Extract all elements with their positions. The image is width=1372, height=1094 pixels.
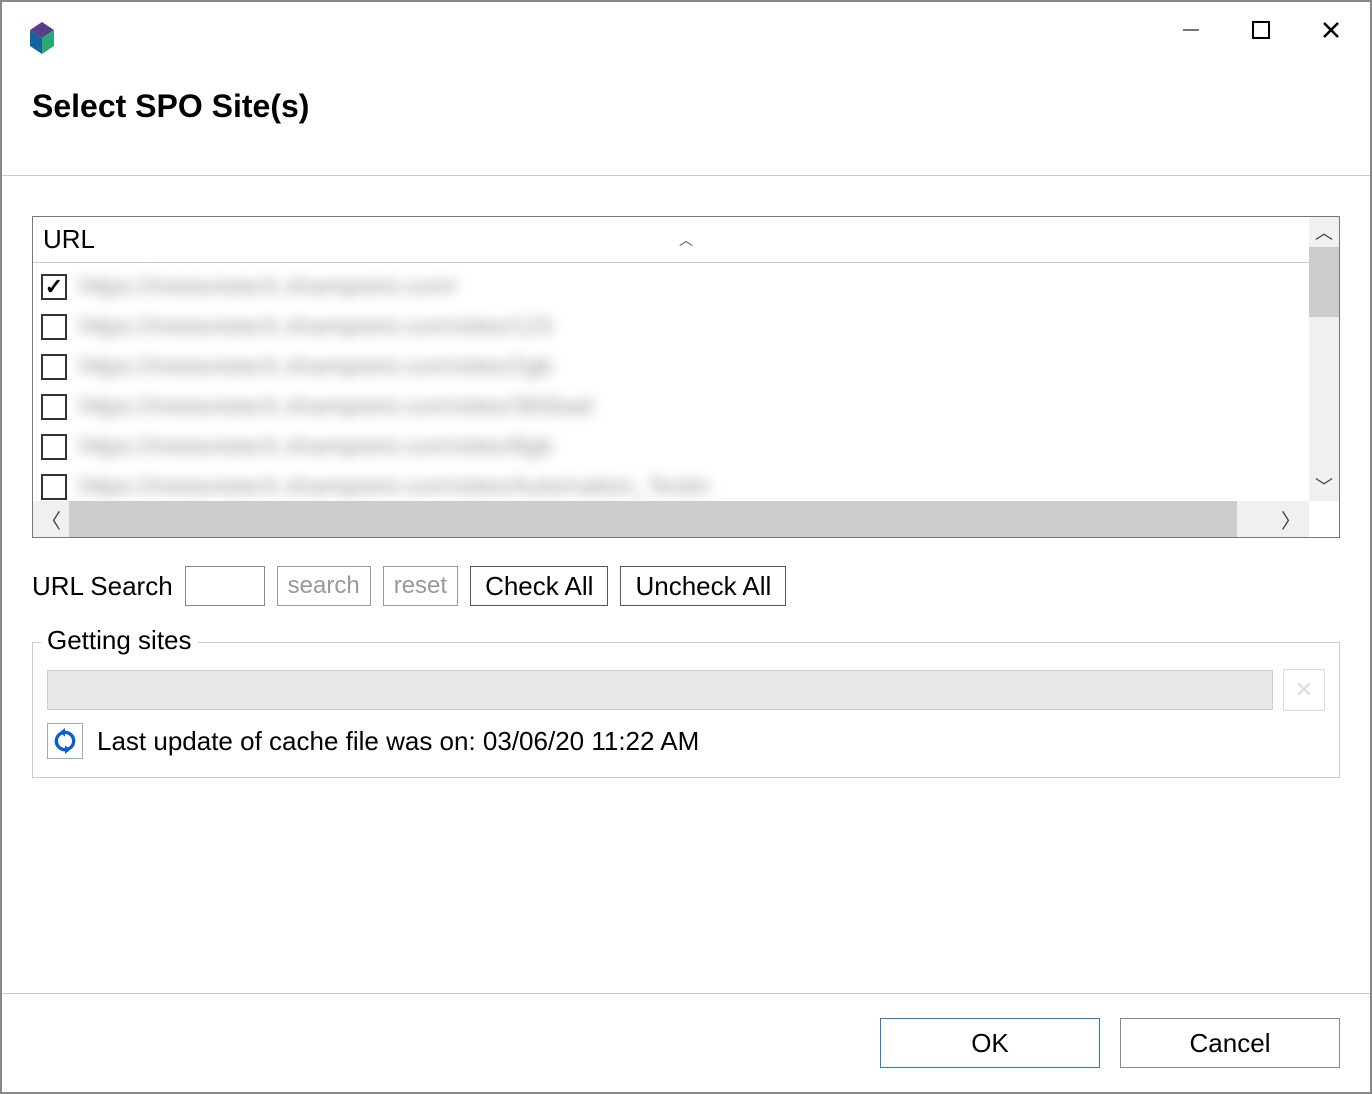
close-icon: ✕ xyxy=(1295,677,1313,703)
scroll-down-icon[interactable]: ﹀ xyxy=(1309,471,1339,501)
dialog-content: URL ︿ https://metavistech.sharepoint.com… xyxy=(2,176,1370,993)
maximize-button[interactable] xyxy=(1226,10,1296,50)
row-checkbox[interactable] xyxy=(41,394,67,420)
cancel-progress-button[interactable]: ✕ xyxy=(1283,669,1325,711)
row-checkbox[interactable] xyxy=(41,474,67,500)
minimize-button[interactable] xyxy=(1156,10,1226,50)
dialog-window: Select SPO Site(s) URL ︿ https://metavis… xyxy=(0,0,1372,1094)
column-header-url[interactable]: URL ︿ xyxy=(33,217,1339,263)
uncheck-all-button[interactable]: Uncheck All xyxy=(620,566,786,606)
titlebar xyxy=(2,2,1370,58)
refresh-cache-button[interactable] xyxy=(47,723,83,759)
search-button[interactable]: search xyxy=(277,566,371,606)
dialog-footer: OK Cancel xyxy=(2,993,1370,1092)
cancel-button[interactable]: Cancel xyxy=(1120,1018,1340,1068)
getting-sites-group: Getting sites ✕ Last update of cache fil… xyxy=(32,642,1340,778)
sort-indicator-icon: ︿ xyxy=(679,230,693,250)
progress-row: ✕ xyxy=(47,669,1325,711)
table-row[interactable]: https://metavistech.sharepoint.com/ xyxy=(39,267,1339,307)
row-checkbox[interactable] xyxy=(41,274,67,300)
table-row[interactable]: https://metavistech.sharepoint.com/sites… xyxy=(39,307,1339,347)
table-row[interactable]: https://metavistech.sharepoint.com/sites… xyxy=(39,427,1339,467)
app-icon xyxy=(22,18,62,58)
scroll-up-icon[interactable]: ︿ xyxy=(1309,217,1339,247)
row-url: https://metavistech.sharepoint.com/ xyxy=(79,273,457,301)
row-checkbox[interactable] xyxy=(41,434,67,460)
scroll-left-icon[interactable]: 〈 xyxy=(33,501,69,537)
refresh-icon xyxy=(52,728,78,754)
row-url: https://metavistech.sharepoint.com/sites… xyxy=(79,393,593,421)
close-button[interactable] xyxy=(1296,10,1366,50)
dialog-header: Select SPO Site(s) xyxy=(2,58,1370,175)
search-toolbar: URL Search search reset Check All Unchec… xyxy=(32,566,1340,606)
scroll-thumb[interactable] xyxy=(69,501,1237,537)
row-url: https://metavistech.sharepoint.com/sites… xyxy=(79,353,553,381)
grid-body: https://metavistech.sharepoint.com/ http… xyxy=(33,263,1339,537)
scroll-thumb[interactable] xyxy=(1309,247,1339,317)
vertical-scrollbar[interactable]: ︿ ﹀ xyxy=(1309,217,1339,501)
check-all-button[interactable]: Check All xyxy=(470,566,608,606)
row-checkbox[interactable] xyxy=(41,354,67,380)
url-search-input[interactable] xyxy=(185,566,265,606)
getting-sites-title: Getting sites xyxy=(41,625,198,656)
table-row[interactable]: https://metavistech.sharepoint.com/sites… xyxy=(39,387,1339,427)
url-search-label: URL Search xyxy=(32,571,173,602)
progress-bar xyxy=(47,670,1273,710)
row-url: https://metavistech.sharepoint.com/sites… xyxy=(79,473,710,501)
dialog-title: Select SPO Site(s) xyxy=(32,88,1340,125)
sites-grid: URL ︿ https://metavistech.sharepoint.com… xyxy=(32,216,1340,538)
ok-button[interactable]: OK xyxy=(880,1018,1100,1068)
window-controls xyxy=(1156,10,1370,50)
table-row[interactable]: https://metavistech.sharepoint.com/sites… xyxy=(39,347,1339,387)
reset-button[interactable]: reset xyxy=(383,566,458,606)
row-checkbox[interactable] xyxy=(41,314,67,340)
scroll-track-gap xyxy=(1237,501,1273,537)
cache-info-row: Last update of cache file was on: 03/06/… xyxy=(47,723,1325,759)
scroll-right-icon[interactable]: 〉 xyxy=(1273,501,1309,537)
row-url: https://metavistech.sharepoint.com/sites… xyxy=(79,433,553,461)
row-url: https://metavistech.sharepoint.com/sites… xyxy=(79,313,553,341)
column-header-label: URL xyxy=(43,224,95,255)
horizontal-scrollbar[interactable]: 〈 〉 xyxy=(33,501,1309,537)
cache-info-text: Last update of cache file was on: 03/06/… xyxy=(97,726,699,757)
